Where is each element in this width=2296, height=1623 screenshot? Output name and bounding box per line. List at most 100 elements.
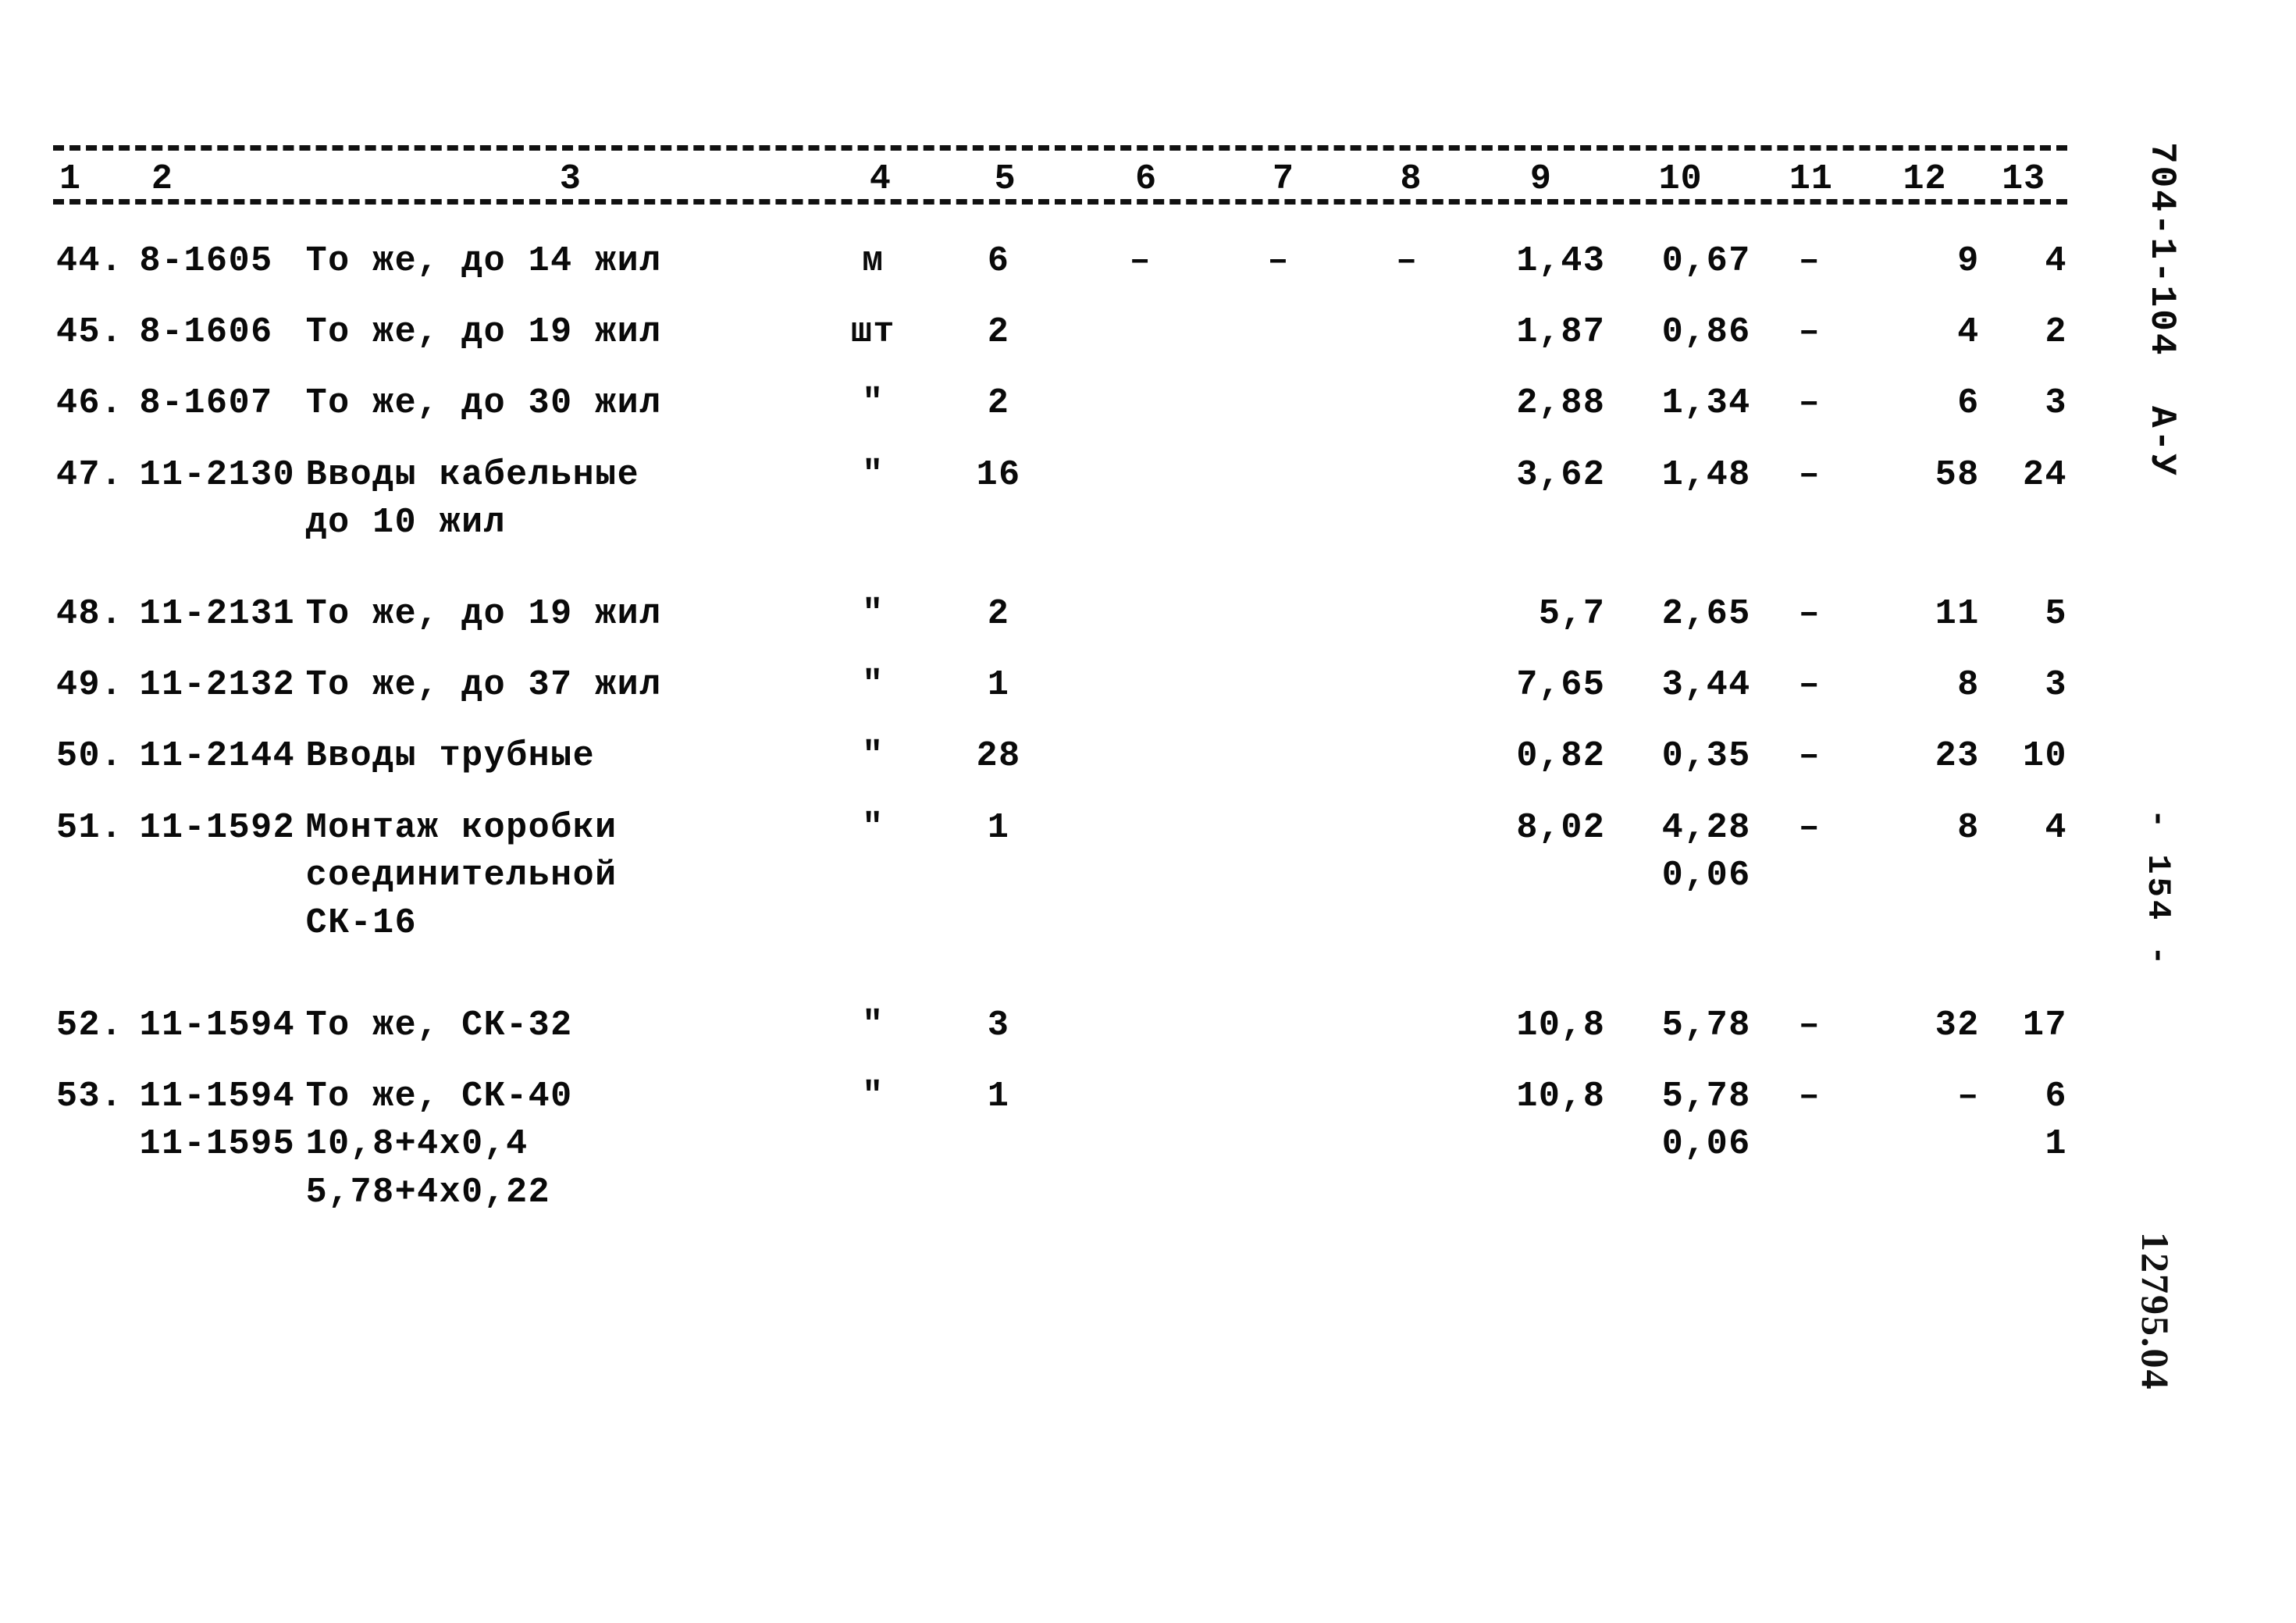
- row-col9: 7,65: [1470, 661, 1605, 709]
- row-col10-line: 0,06: [1661, 1124, 1751, 1165]
- column-number-12: 12: [1903, 159, 1947, 199]
- row-number: 48.: [56, 593, 123, 634]
- row-name: То же, до 30 жил: [306, 379, 817, 427]
- row-code: 8-1607: [140, 379, 306, 427]
- row-code-line: 11-2132: [139, 665, 296, 706]
- archive-stamp-margin: 12795.04: [2134, 1232, 2177, 1391]
- row-code: 11-1592: [140, 804, 306, 852]
- column-number-4: 4: [869, 159, 892, 199]
- page-number-margin: - 154 -: [2139, 809, 2177, 969]
- row-col10-line: 1,48: [1661, 454, 1751, 495]
- row-code: 11-2132: [140, 661, 306, 709]
- table-row: 51. 11-1592 Монтаж коробки соединительной СК…: [53, 804, 2067, 948]
- row-col12: 9: [1868, 237, 1980, 285]
- row-name-line: То же, до 19 жил: [305, 312, 662, 353]
- row-col13: 3: [1980, 379, 2067, 427]
- row-col10-line: 5,78: [1661, 1005, 1751, 1046]
- row-col12-line: 58: [1935, 454, 1980, 495]
- table-row: 45. 8-1606 То же, до 19 жил шт 2 1,87 0,86 – 4 2: [53, 308, 2067, 356]
- row-col10-line: 5,78: [1661, 1077, 1751, 1117]
- row-col12: 8: [1868, 661, 1980, 709]
- row-col9: 1,43: [1470, 237, 1605, 285]
- row-col13-line: 2: [2045, 312, 2068, 353]
- row-code-line: 11-1592: [139, 807, 296, 848]
- row-col10-line: 0,67: [1661, 241, 1751, 281]
- column-number-header-row: 1 2 3 4 5 6 7 8 9 10 11 12 13: [53, 151, 2067, 199]
- row-code: 11-2131: [140, 590, 306, 638]
- row-name-line: То же, СК-32: [305, 1005, 573, 1046]
- row-col13: 24: [1980, 451, 2067, 499]
- row-col13: 61: [1980, 1073, 2067, 1168]
- row-col9: 1,87: [1470, 308, 1605, 356]
- row-col10: 1,48: [1605, 451, 1750, 499]
- row-name-line: То же, до 37 жил: [305, 665, 662, 706]
- row-col12: 23: [1868, 732, 1980, 780]
- document-code-margin: 704-1-104: [2141, 142, 2182, 358]
- row-col12: 32: [1868, 1002, 1980, 1049]
- row-col9-line: 2,88: [1516, 383, 1606, 424]
- row-name: То же, до 37 жил: [306, 661, 817, 709]
- row-col9-line: 5,7: [1538, 593, 1606, 634]
- row-col11: –: [1798, 593, 1821, 634]
- row-name: То же, до 19 жил: [306, 308, 817, 356]
- row-code-line: 11-2130: [139, 454, 296, 495]
- row-code: 11-1594: [140, 1002, 306, 1049]
- table-row: 48. 11-2131 То же, до 19 жил " 2 5,7 2,65 – 11 5: [53, 590, 2067, 638]
- row-col9-line: 10,8: [1516, 1077, 1606, 1117]
- row-col13: 3: [1980, 661, 2067, 709]
- row-quantity: 6: [987, 241, 1010, 281]
- row-number: 45.: [56, 312, 123, 353]
- column-number-11: 11: [1789, 159, 1833, 199]
- row-col12-line: 9: [1957, 241, 1980, 281]
- column-number-3: 3: [559, 159, 582, 199]
- row-name: То же, до 14 жил: [306, 237, 817, 285]
- row-col10-line: 0,06: [1661, 855, 1751, 895]
- row-name: То же, СК-40 10,8+4х0,4 5,78+4х0,22: [306, 1073, 817, 1216]
- column-number-1: 1: [59, 159, 82, 199]
- column-number-9: 9: [1529, 159, 1552, 199]
- row-unit: шт: [850, 312, 895, 353]
- row-name-line: Монтаж коробки: [305, 807, 618, 848]
- row-col13-line: 24: [2023, 454, 2068, 495]
- row-col12-line: 11: [1935, 593, 1980, 634]
- table-row: 53. 11-1594 11-1595 То же, СК-40 10,8+4х0,4 5…: [53, 1073, 2067, 1216]
- row-name: Вводы кабельные до 10 жил: [306, 451, 817, 546]
- scanned-sheet: 1 2 3 4 5 6 7 8 9 10 11 12 13 44. 8-1605 Т…: [0, 0, 2296, 1623]
- row-col11: –: [1798, 1077, 1821, 1117]
- row-col9-line: 7,65: [1516, 665, 1606, 706]
- row-name-line: То же, до 14 жил: [305, 241, 662, 281]
- row-quantity: 2: [987, 312, 1010, 353]
- row-name: Монтаж коробки соединительной СК-16: [306, 804, 817, 948]
- row-code-line: 8-1605: [139, 241, 273, 281]
- row-number: 53.: [56, 1077, 123, 1117]
- table-row: 50. 11-2144 Вводы трубные " 28 0,82 0,35 – 23 10: [53, 732, 2067, 780]
- row-name-line: Вводы трубные: [305, 736, 596, 777]
- row-code: 11-2130: [140, 451, 306, 499]
- row-col10: 5,78: [1605, 1002, 1750, 1049]
- row-col9: 0,82: [1470, 732, 1605, 780]
- row-col13-line: 6: [2045, 1077, 2068, 1117]
- row-col12-line: 32: [1935, 1005, 1980, 1046]
- row-col10: 4,28 0,06: [1605, 804, 1750, 899]
- row-code-line: 11-1594: [139, 1005, 296, 1046]
- row-col13-line: 3: [2045, 665, 2068, 706]
- row-col13-line: 1: [2045, 1124, 2068, 1165]
- row-col10-line: 0,35: [1661, 736, 1751, 777]
- row-name-line: 5,78+4х0,22: [305, 1172, 551, 1212]
- row-name-line: СК-16: [305, 902, 418, 943]
- row-number: 49.: [56, 665, 123, 706]
- row-col9: 3,62: [1470, 451, 1605, 499]
- table-row: 44. 8-1605 То же, до 14 жил м 6 – – – 1,43 0,67 – 9…: [53, 237, 2067, 285]
- row-name-line: Вводы кабельные: [305, 454, 640, 495]
- row-col13-line: 3: [2045, 383, 2068, 424]
- row-col10-line: 4,28: [1661, 807, 1751, 848]
- table-top-rule: [53, 145, 2067, 151]
- row-unit: ": [862, 1077, 885, 1117]
- row-col13: 4: [1980, 237, 2067, 285]
- row-col12-line: 4: [1957, 312, 1980, 353]
- row-unit: ": [862, 383, 885, 424]
- row-code-line: 11-1594: [139, 1077, 296, 1117]
- row-col11: –: [1798, 736, 1821, 777]
- document-page: 1 2 3 4 5 6 7 8 9 10 11 12 13 44. 8-1605 Т…: [0, 0, 2296, 1623]
- row-col7: –: [1267, 241, 1290, 281]
